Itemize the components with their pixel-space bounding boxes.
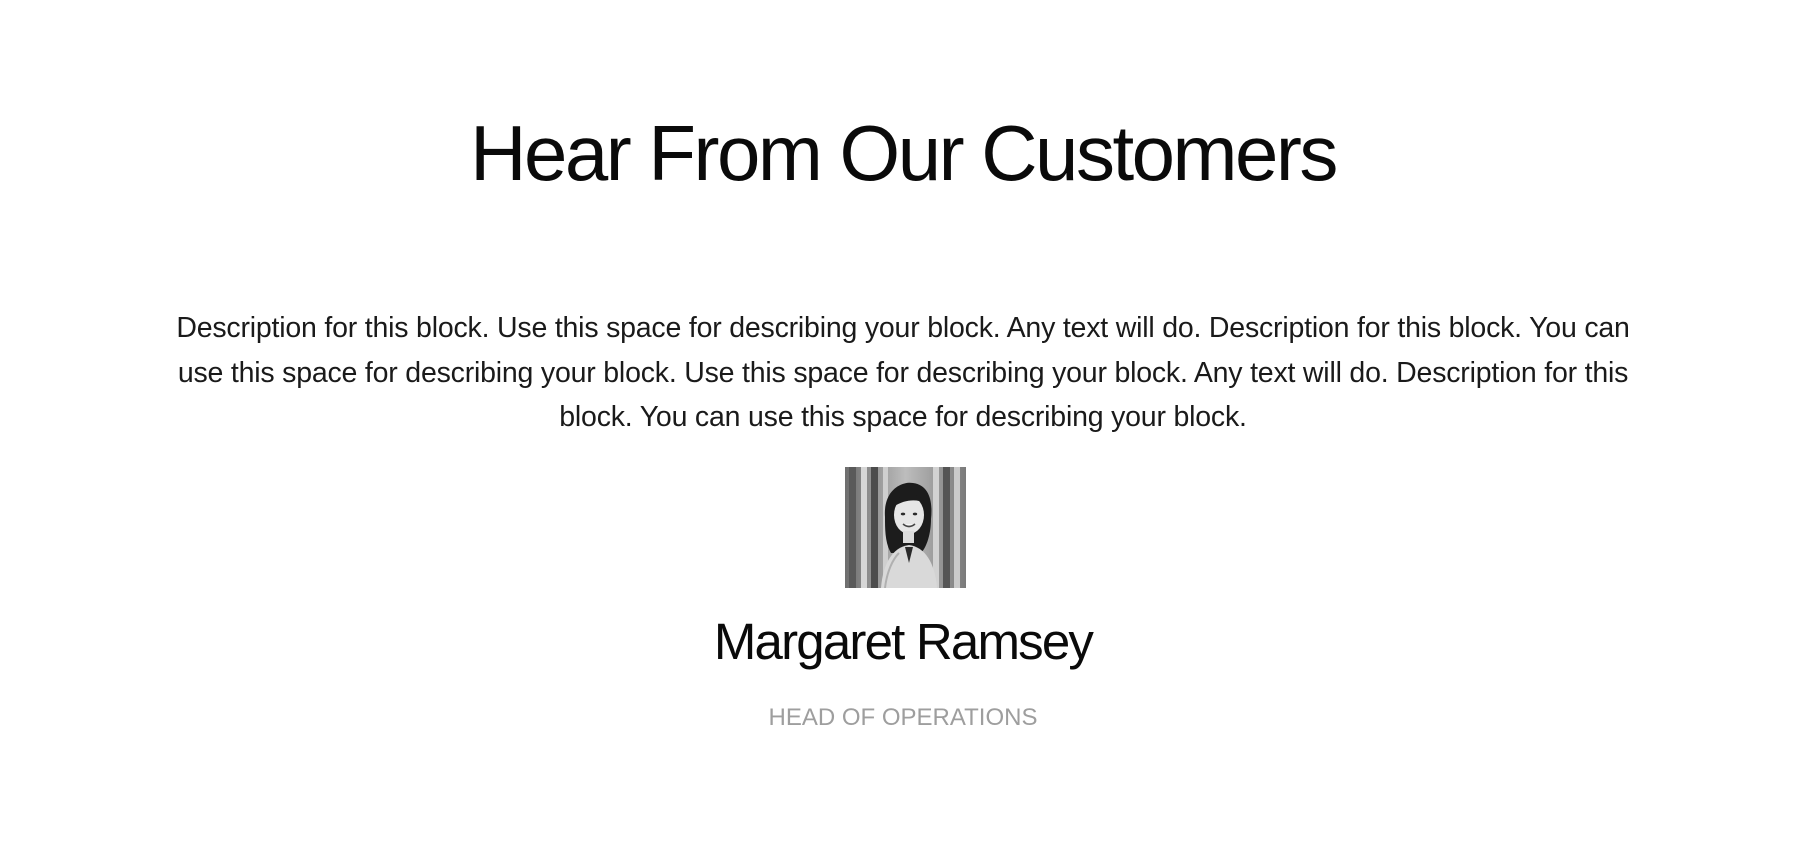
customer-name: Margaret Ramsey <box>713 613 1094 670</box>
testimonial-section: Hear From Our Customers Description for … <box>0 0 1806 858</box>
customer-role: HEAD OF OPERATIONS <box>768 704 1038 731</box>
customer-avatar <box>845 467 966 588</box>
customer-photo-image <box>845 467 966 588</box>
section-title: Hear From Our Customers <box>470 109 1338 197</box>
testimonial-description: Description for this block. Use this spa… <box>176 312 1630 433</box>
